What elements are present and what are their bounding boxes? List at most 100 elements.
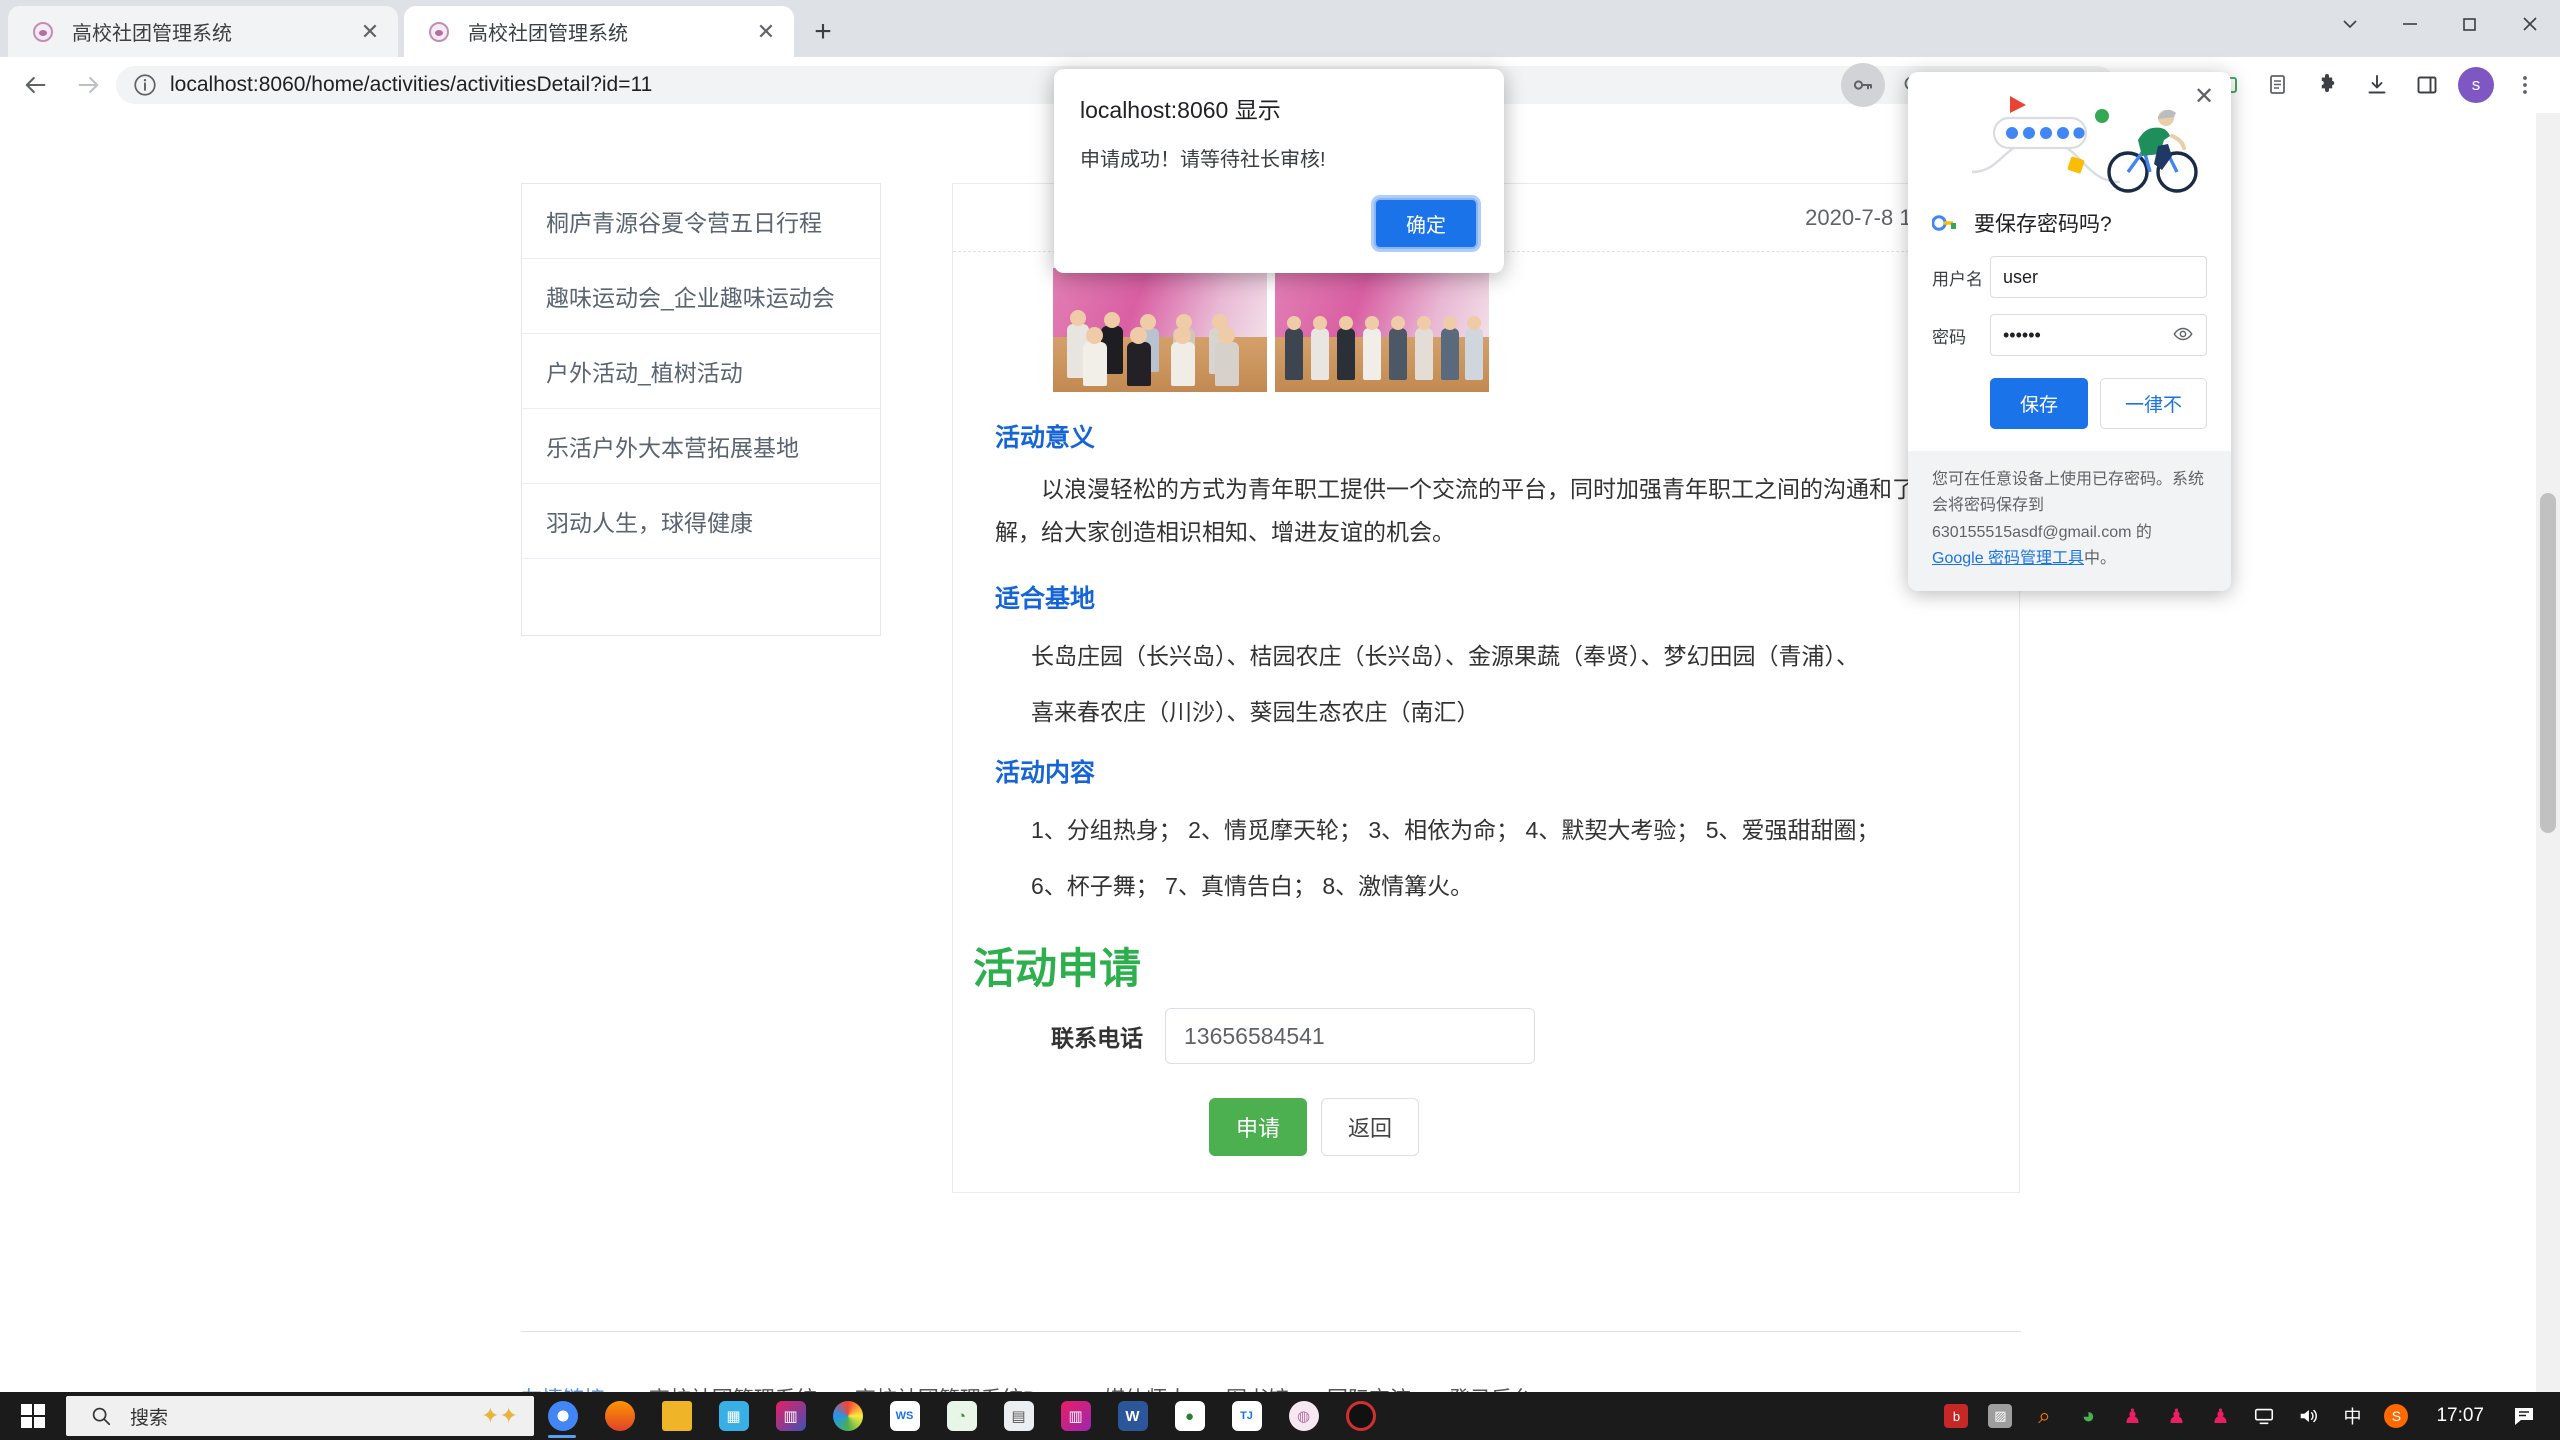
section-heading-content: 活动内容 xyxy=(995,759,1096,788)
taskbar-clock[interactable]: 17:07 xyxy=(2418,1405,2502,1427)
activity-photo-1 xyxy=(1053,268,1267,392)
list-item[interactable]: 羽动人生，球得健康 xyxy=(522,484,880,559)
list-item[interactable]: 户外活动_植树活动 xyxy=(522,334,880,409)
tray-qq-icon-2[interactable]: ♟ xyxy=(2154,1392,2198,1440)
tray-wechat-icon[interactable]: ◕ xyxy=(2066,1392,2110,1440)
site-info-icon[interactable] xyxy=(132,72,158,98)
taskbar-app-emulator[interactable]: ▦ xyxy=(705,1392,762,1440)
chrome-menu-icon[interactable] xyxy=(2503,63,2547,107)
close-window-icon[interactable] xyxy=(2500,0,2560,47)
taskbar-app-8[interactable]: ◔ xyxy=(933,1392,990,1440)
taskbar-search-box[interactable]: 搜索 ✦✦ xyxy=(66,1396,534,1436)
tray-app-2[interactable]: ▨ xyxy=(1978,1392,2022,1440)
minimize-icon[interactable] xyxy=(2380,0,2440,47)
username-label: 用户名 xyxy=(1932,269,1983,289)
taskbar-app-10[interactable]: ▥ xyxy=(1047,1392,1104,1440)
side-panel-icon[interactable] xyxy=(2405,63,2449,107)
taskbar-app-wps[interactable]: WS xyxy=(876,1392,933,1440)
section-line-content-2: 6、杯子舞； 7、真情告白； 8、激情篝火。 xyxy=(1031,873,1474,900)
back-icon[interactable] xyxy=(12,62,58,108)
username-input[interactable]: user xyxy=(1990,256,2207,298)
taskbar-app-file-explorer[interactable] xyxy=(648,1392,705,1440)
taskbar-app-6[interactable] xyxy=(819,1392,876,1440)
tray-qq-icon-3[interactable]: ♟ xyxy=(2198,1392,2242,1440)
tray-network-icon[interactable] xyxy=(2242,1392,2286,1440)
tray-ime-indicator[interactable]: 中 xyxy=(2330,1392,2374,1440)
taskbar-app-12[interactable]: ● xyxy=(1161,1392,1218,1440)
password-field-row: 密码 •••••• xyxy=(1932,314,2207,356)
notification-center-icon[interactable] xyxy=(2502,1392,2546,1440)
tab-favicon-icon xyxy=(426,19,452,45)
tray-search-icon[interactable]: ⌕ xyxy=(2022,1392,2066,1440)
save-password-button[interactable]: 保存 xyxy=(1989,378,2088,429)
footer-divider xyxy=(521,1331,2021,1332)
taskbar-app-chrome[interactable] xyxy=(534,1392,591,1440)
list-item[interactable]: 桐庐青源谷夏令营五日行程 xyxy=(522,184,880,259)
system-tray: b ▨ ⌕ ◕ ♟ ♟ ♟ 中 S 17:07 xyxy=(1934,1392,2560,1440)
browser-tab-2-active[interactable]: 高校社团管理系统 ✕ xyxy=(404,6,794,57)
tray-volume-icon[interactable] xyxy=(2286,1392,2330,1440)
taskbar-app-firefox[interactable] xyxy=(591,1392,648,1440)
never-save-password-button[interactable]: 一律不 xyxy=(2099,378,2207,429)
password-footer-text-2: 中。 xyxy=(2084,550,2117,568)
password-footer-text-1: 您可在任意设备上使用已存密码。系统会将密码保存到 630155515asdf@g… xyxy=(1932,471,2205,541)
tab-close-icon[interactable]: ✕ xyxy=(358,19,382,44)
dialog-message: 申请成功！请等待社长审核! xyxy=(1080,149,1326,171)
downloads-icon[interactable] xyxy=(2355,63,2399,107)
back-button[interactable]: 返回 xyxy=(1321,1098,1420,1157)
tab-favicon-icon xyxy=(30,19,56,45)
dialog-actions: 确定 xyxy=(1080,172,1481,273)
clipboard-extension-icon[interactable] xyxy=(2255,63,2299,107)
password-label: 密码 xyxy=(1932,327,1966,347)
taskbar-app-5[interactable]: ▥ xyxy=(762,1392,819,1440)
dialog-ok-button[interactable]: 确定 xyxy=(1371,195,1481,252)
tab-title: 高校社团管理系统 xyxy=(72,23,232,45)
scrollbar-thumb[interactable] xyxy=(2540,493,2556,833)
section-line-bases-1: 长岛庄园（长兴岛）、桔园农庄（长兴岛）、金源果蔬（奉贤）、梦幻田园（青浦）、 xyxy=(1031,643,1859,670)
tray-sogou-icon[interactable]: S xyxy=(2374,1392,2418,1440)
start-button-icon[interactable] xyxy=(0,1392,66,1440)
taskbar-app-recorder[interactable] xyxy=(1332,1392,1389,1440)
phone-form-row: 联系电话 xyxy=(953,1008,2019,1065)
phone-label: 联系电话 xyxy=(1051,1025,1143,1052)
browser-tab-1[interactable]: 高校社团管理系统 ✕ xyxy=(8,6,398,57)
tab-strip: 高校社团管理系统 ✕ 高校社团管理系统 ✕ + xyxy=(0,0,2560,57)
phone-input[interactable] xyxy=(1165,1008,1535,1065)
tab-search-icon[interactable] xyxy=(2320,0,2380,47)
section-paragraph-meaning: 以浪漫轻松的方式为青年职工提供一个交流的平台，同时加强青年职工之间的沟通和了解，… xyxy=(995,476,1915,545)
profile-avatar[interactable]: s xyxy=(2458,67,2494,103)
list-item[interactable]: 趣味运动会_企业趣味运动会 xyxy=(522,259,880,334)
copilot-sparkle-icon: ✦✦ xyxy=(481,1403,518,1428)
password-key-icon[interactable] xyxy=(1841,63,1885,107)
form-buttons: 申请 返回 xyxy=(1209,1098,2019,1157)
javascript-alert-dialog: localhost:8060 显示 申请成功！请等待社长审核! 确定 xyxy=(1054,69,1504,273)
taskbar-app-13[interactable]: TJ xyxy=(1218,1392,1275,1440)
section-heading-bases: 适合基地 xyxy=(995,585,1096,614)
apply-section-title: 活动申请 xyxy=(973,945,1142,993)
apply-button[interactable]: 申请 xyxy=(1209,1098,1308,1157)
puzzle-extensions-icon[interactable] xyxy=(2305,63,2349,107)
password-input[interactable]: •••••• xyxy=(1990,314,2207,356)
password-bubble-footer: 您可在任意设备上使用已存密码。系统会将密码保存到 630155515asdf@g… xyxy=(1908,451,2231,591)
taskbar-app-14[interactable]: ◍ xyxy=(1275,1392,1332,1440)
taskbar-app-notepad[interactable]: ▤ xyxy=(990,1392,1047,1440)
username-field-row: 用户名 user xyxy=(1932,256,2207,298)
section-line-bases-2: 喜来春农庄（川沙）、葵园生态农庄（南汇） xyxy=(1031,699,1480,726)
activity-photos xyxy=(1053,268,2019,392)
page-scrollbar[interactable] xyxy=(2536,113,2560,1417)
maximize-icon[interactable] xyxy=(2440,0,2500,47)
activity-photo-2 xyxy=(1275,268,1489,392)
windows-taskbar: 搜索 ✦✦ ▦ ▥ WS ◔ ▤ ▥ W ● TJ ◍ b ▨ ⌕ ◕ ♟ ♟ … xyxy=(0,1392,2560,1440)
tray-app-1[interactable]: b xyxy=(1934,1392,1978,1440)
taskbar-app-word[interactable]: W xyxy=(1104,1392,1161,1440)
google-password-manager-link[interactable]: Google 密码管理工具 xyxy=(1932,550,2084,567)
new-tab-button[interactable]: + xyxy=(806,16,840,50)
list-item[interactable]: 乐活户外大本营拓展基地 xyxy=(522,409,880,484)
password-bubble-actions: 保存 一律不 xyxy=(1932,378,2207,429)
tab-title: 高校社团管理系统 xyxy=(468,23,628,45)
tab-close-icon[interactable]: ✕ xyxy=(754,19,778,44)
show-password-eye-icon[interactable] xyxy=(2172,323,2196,347)
tray-qq-icon-1[interactable]: ♟ xyxy=(2110,1392,2154,1440)
section-heading-meaning: 活动意义 xyxy=(995,424,1096,452)
forward-icon[interactable] xyxy=(66,62,112,108)
